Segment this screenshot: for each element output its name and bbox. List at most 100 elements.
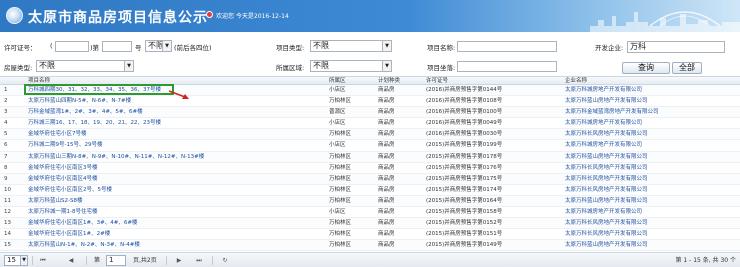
row-number: 10: [4, 186, 11, 193]
page-size-select[interactable]: 15 ▼: [4, 255, 28, 266]
page-number-input[interactable]: 1: [106, 255, 126, 266]
project-name-link[interactable]: 金域华府住宅小区南区3号楼: [28, 163, 278, 174]
developer-link[interactable]: 太原万科长风房地产开发有限公司: [565, 174, 740, 185]
header-banner: 太原市商品房项目信息公示 欢迎您 今天是2016-12-14: [0, 0, 740, 32]
hao-label: 号: [135, 44, 142, 52]
divider: [166, 256, 167, 265]
row-number: 7: [4, 153, 8, 160]
developer-link[interactable]: 太原万科城房地产开发有限公司: [565, 118, 740, 129]
project-name-link[interactable]: 金域华府住宅小区南区1#、2#楼: [28, 229, 278, 240]
project-name-link[interactable]: 太原万科城一期1-8号住宅楼: [28, 207, 278, 218]
project-name-link[interactable]: 金域华府住宅小区南区1#、3#、4#、6#楼: [28, 218, 278, 229]
last-page-icon[interactable]: ⏭: [194, 256, 204, 265]
table-row[interactable]: 2 太原万科蓝山四期N-5#、N-6#、N-7#楼 万柏林区 商品房 (2016)并商房…: [0, 96, 740, 108]
table-row[interactable]: 14 金域华府住宅小区南区1#、2#楼 万柏林区 商品房 (2015)并商房预售字第01…: [0, 229, 740, 241]
permit-cell: (2015)并商房预售字第0151号: [426, 231, 503, 238]
table-row[interactable]: 4 万科城三期16、17、18、19、20、21、22、23号楼 小店区 商品房 (20…: [0, 118, 740, 130]
row-number: 2: [4, 98, 8, 105]
project-type-select[interactable]: 不限 ▼: [310, 40, 392, 52]
developer-input[interactable]: 万科: [627, 41, 725, 53]
chevron-down-icon: ▼: [124, 61, 133, 71]
type-cell: 商品房: [378, 98, 395, 105]
table-row[interactable]: 13 金域华府住宅小区南区1#、3#、4#、6#楼 万柏林区 商品房 (2015)并商房…: [0, 218, 740, 230]
project-name-link[interactable]: 万科城二期9号-15号、29号楼: [28, 140, 278, 151]
project-name-input[interactable]: [457, 41, 557, 52]
permit-year-input[interactable]: [55, 41, 89, 52]
table-row[interactable]: 7 太原万科蓝山三期N-8#、N-9#、N-10#、N-11#、N-12#、N-1…: [0, 151, 740, 163]
project-name-link[interactable]: 万科城三期16、17、18、19、20、21、22、23号楼: [28, 118, 278, 129]
row-number: 8: [4, 164, 8, 171]
area-cell: 小店区: [329, 87, 346, 93]
project-name-link[interactable]: 太原万科蓝山N-1#、N-2#、N-3#、N-4#楼: [28, 240, 278, 251]
table-row[interactable]: 9 金域华府住宅小区南区4号楼 万柏林区 商品房 (2015)并商房预售字第0175号 太…: [0, 173, 740, 185]
project-name-link[interactable]: 金域华府住宅小区南区2号、5号楼: [28, 185, 278, 196]
permit-select[interactable]: 不限 ▼: [145, 40, 172, 52]
permit-cell: (2015)并商房预售字第0199号: [426, 142, 503, 149]
house-type-select[interactable]: 不限 ▼: [36, 60, 134, 72]
type-cell: 商品房: [378, 153, 395, 160]
search-form: 许可证号： ( )第 号 不限 ▼ (前后各四位) 项目类型: 不限 ▼ 项目名…: [0, 36, 740, 78]
col-developer[interactable]: 企业名称: [565, 77, 587, 85]
developer-link[interactable]: 太原万科金域蓝湾房地产开发有限公司: [565, 107, 740, 118]
table-row[interactable]: 8 金域华府住宅小区南区3号楼 万柏林区 商品房 (2015)并商房预售字第0176号 太…: [0, 163, 740, 174]
all-button[interactable]: 全部: [672, 62, 702, 74]
table-row[interactable]: 12 太原万科城一期1-8号住宅楼 小店区 商品房 (2015)并商房预售字第0158号…: [0, 207, 740, 219]
developer-link[interactable]: 太原万科蓝山房地产开发有限公司: [565, 96, 740, 107]
next-page-icon[interactable]: ▶: [174, 256, 184, 265]
type-cell: 商品房: [378, 242, 395, 249]
table-row[interactable]: 15 太原万科蓝山N-1#、N-2#、N-3#、N-4#楼 万柏林区 商品房 (2015…: [0, 240, 740, 252]
refresh-icon[interactable]: ↻: [220, 256, 230, 265]
developer-link[interactable]: 太原万科长风房地产开发有限公司: [565, 185, 740, 196]
row-number: 1: [4, 87, 8, 93]
developer-link[interactable]: 太原万科城房地产开发有限公司: [565, 207, 740, 218]
type-cell: 商品房: [378, 220, 395, 227]
table-row[interactable]: 5 金域华府住宅小区7号楼 万柏林区 商品房 (2016)并商房预售字第0030号 太原万…: [0, 129, 740, 141]
table-row[interactable]: 3 万科金域蓝湾1#、2#、3#、4#、5#、6#楼 晋源区 商品房 (2016)并商房…: [0, 107, 740, 119]
type-cell: 商品房: [378, 87, 395, 93]
developer-link[interactable]: 太原万科蓝山房地产开发有限公司: [565, 152, 740, 163]
project-name-link[interactable]: 万科金域蓝湾1#、2#、3#、4#、5#、6#楼: [28, 107, 278, 118]
permit-cell: (2016)并商房预售字第0100号: [426, 109, 503, 116]
col-type[interactable]: 计划种类: [378, 77, 400, 85]
developer-label: 开发企业:: [595, 44, 624, 52]
first-page-icon[interactable]: ⏮: [38, 256, 48, 265]
permit-cell: (2015)并商房预售字第0152号: [426, 220, 503, 227]
developer-link[interactable]: 太原万科长风房地产开发有限公司: [565, 218, 740, 229]
query-button[interactable]: 查询: [622, 62, 670, 74]
table-row[interactable]: 10 金域华府住宅小区南区2号、5号楼 万柏林区 商品房 (2015)并商房预售字第01…: [0, 185, 740, 196]
project-name-link[interactable]: 太原万科蓝山三期N-8#、N-9#、N-10#、N-11#、N-12#、N-13…: [28, 152, 278, 163]
table-row[interactable]: 11 太原万科蓝山S2-S8楼 万柏林区 商品房 (2015)并商房预售字第0164号 太…: [0, 195, 740, 208]
page-summary: 第 1 - 15 条, 共 30 个: [675, 257, 736, 264]
project-name-link[interactable]: 金域华府住宅小区7号楼: [28, 129, 278, 140]
project-name-link[interactable]: 太原万科蓝山S2-S8楼: [28, 196, 278, 207]
project-name-link[interactable]: 金域华府住宅小区南区4号楼: [28, 174, 278, 185]
developer-link[interactable]: 太原万科蓝山房地产开发有限公司: [565, 240, 740, 251]
red-arrow-icon: [168, 90, 189, 99]
developer-link[interactable]: 太原万科城房地产开发有限公司: [565, 85, 740, 96]
type-cell: 商品房: [378, 164, 395, 171]
project-address-input[interactable]: [457, 61, 557, 72]
highlight-box: [24, 84, 174, 95]
globe-logo-icon: [6, 7, 23, 24]
district-select[interactable]: 不限 ▼: [310, 60, 392, 72]
col-permit[interactable]: 许可证号: [426, 77, 448, 85]
developer-link[interactable]: 太原万科长风房地产开发有限公司: [565, 163, 740, 174]
developer-link[interactable]: 太原万科长风房地产开发有限公司: [565, 229, 740, 240]
results-table: 项目名称 所属区 计划种类 许可证号 企业名称 1 万科城四期30、31、32、3…: [0, 76, 740, 252]
table-row[interactable]: 6 万科城二期9号-15号、29号楼 小店区 商品房 (2015)并商房预售字第0199…: [0, 140, 740, 152]
prev-page-icon[interactable]: ◀: [66, 256, 76, 265]
permit-cell: (2015)并商房预售字第0178号: [426, 153, 503, 160]
developer-link[interactable]: 太原万科城房地产开发有限公司: [565, 140, 740, 151]
developer-link[interactable]: 太原万科蓝山房地产开发有限公司: [565, 196, 740, 207]
developer-link[interactable]: 太原万科长风房地产开发有限公司: [565, 129, 740, 140]
project-name-link[interactable]: 太原万科蓝山四期N-5#、N-6#、N-7#楼: [28, 96, 278, 107]
permit-hint: (前后各四位): [174, 44, 212, 52]
row-number: 12: [4, 209, 11, 216]
page-size-value: 15: [7, 256, 16, 264]
type-cell: 商品房: [378, 209, 395, 216]
permit-number-input[interactable]: [102, 41, 132, 52]
permit-cell: (2015)并商房预售字第0174号: [426, 186, 503, 193]
page-total-text: 页,共2页: [133, 257, 157, 264]
type-cell: 商品房: [378, 131, 395, 138]
col-area[interactable]: 所属区: [329, 77, 346, 85]
